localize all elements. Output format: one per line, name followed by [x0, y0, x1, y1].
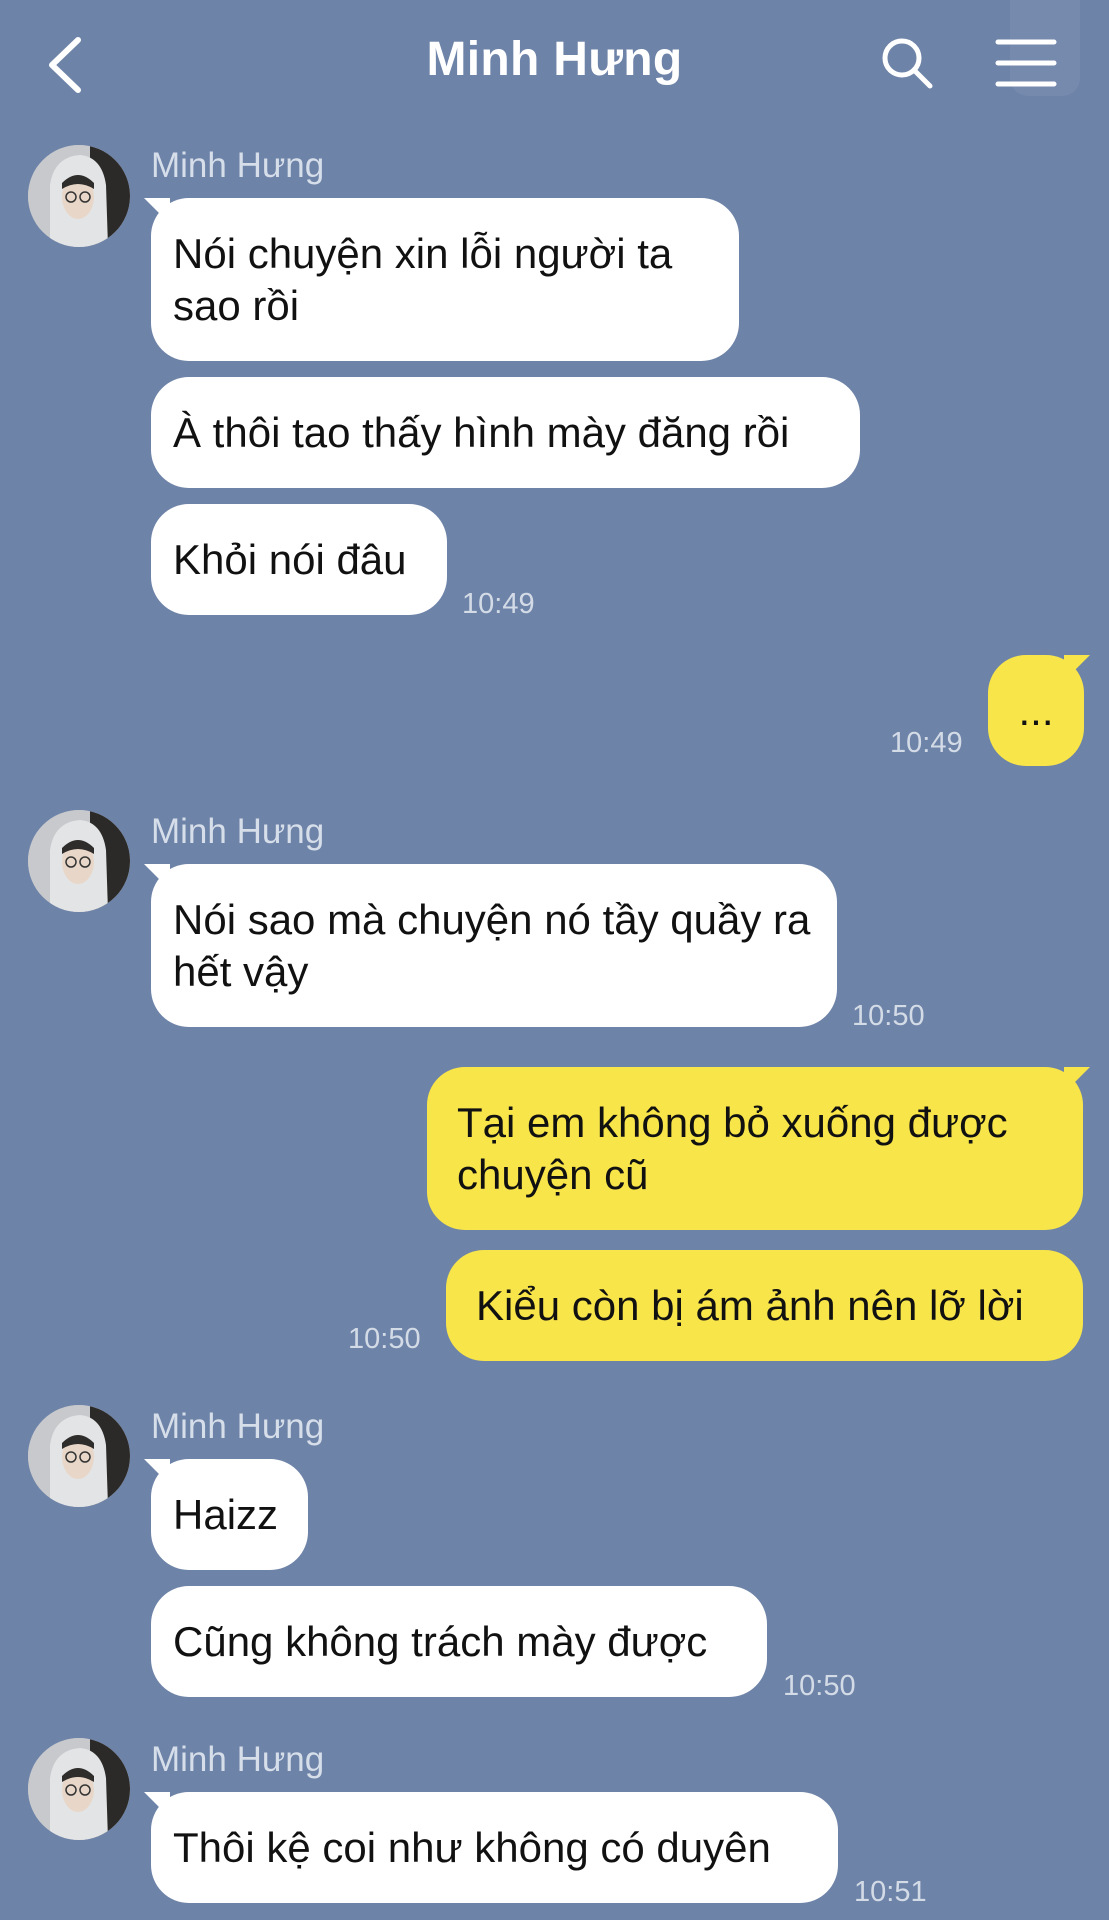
message-bubble-incoming[interactable]: Khỏi nói đâu: [151, 504, 447, 615]
menu-button[interactable]: [994, 36, 1058, 90]
message-text: Khỏi nói đâu: [173, 535, 407, 583]
hamburger-menu-icon: [995, 39, 1057, 87]
message-bubble-incoming[interactable]: Thôi kệ coi như không có duyên: [151, 1792, 838, 1903]
message-text: Nói chuyện xin lỗi người ta sao rồi: [173, 229, 673, 329]
avatar[interactable]: [28, 145, 130, 247]
message-bubble-incoming[interactable]: Haizz: [151, 1459, 308, 1570]
message-text: ...: [1018, 686, 1054, 734]
avatar-photo-icon: [28, 810, 130, 912]
sender-name: Minh Hưng: [151, 812, 325, 851]
avatar-photo-icon: [28, 145, 130, 247]
bubble-tail: [1064, 1067, 1090, 1093]
message-bubble-incoming[interactable]: Cũng không trách mày được: [151, 1586, 767, 1697]
message-bubble-incoming[interactable]: Nói sao mà chuyện nó tầy quầy ra hết vậy: [151, 864, 837, 1027]
sender-name: Minh Hưng: [151, 1407, 325, 1446]
search-icon: [882, 38, 933, 89]
message-bubble-outgoing[interactable]: Tại em không bỏ xuống được chuyện cũ: [427, 1067, 1083, 1230]
message-text: Thôi kệ coi như không có duyên: [173, 1823, 771, 1871]
sender-name: Minh Hưng: [151, 1740, 325, 1779]
avatar-photo-icon: [28, 1738, 130, 1840]
avatar[interactable]: [28, 810, 130, 912]
message-bubble-incoming[interactable]: Nói chuyện xin lỗi người ta sao rồi: [151, 198, 739, 361]
chat-title: Minh Hưng: [426, 33, 683, 86]
message-timestamp: 10:50: [783, 1670, 856, 1702]
message-timestamp: 10:49: [890, 727, 963, 759]
message-timestamp: 10:50: [348, 1323, 421, 1355]
avatar-photo-icon: [28, 1405, 130, 1507]
avatar[interactable]: [28, 1738, 130, 1840]
message-text: Nói sao mà chuyện nó tầy quầy ra hết vậy: [173, 895, 811, 995]
message-bubble-outgoing[interactable]: Kiểu còn bị ám ảnh nên lỡ lời: [446, 1250, 1083, 1361]
sender-name: Minh Hưng: [151, 146, 325, 185]
message-text: Tại em không bỏ xuống được chuyện cũ: [457, 1098, 1008, 1198]
chat-header: Minh Hưng: [0, 0, 1109, 130]
bubble-tail: [1064, 655, 1090, 681]
avatar[interactable]: [28, 1405, 130, 1507]
message-text: Kiểu còn bị ám ảnh nên lỡ lời: [476, 1281, 1024, 1329]
message-bubble-incoming[interactable]: À thôi tao thấy hình mày đăng rồi: [151, 377, 860, 488]
message-text: Cũng không trách mày được: [173, 1617, 708, 1665]
message-timestamp: 10:51: [854, 1876, 927, 1908]
message-timestamp: 10:49: [462, 588, 535, 620]
message-text: À thôi tao thấy hình mày đăng rồi: [173, 408, 790, 456]
message-timestamp: 10:50: [852, 1000, 925, 1032]
search-button[interactable]: [878, 34, 936, 92]
message-text: Haizz: [173, 1490, 279, 1538]
